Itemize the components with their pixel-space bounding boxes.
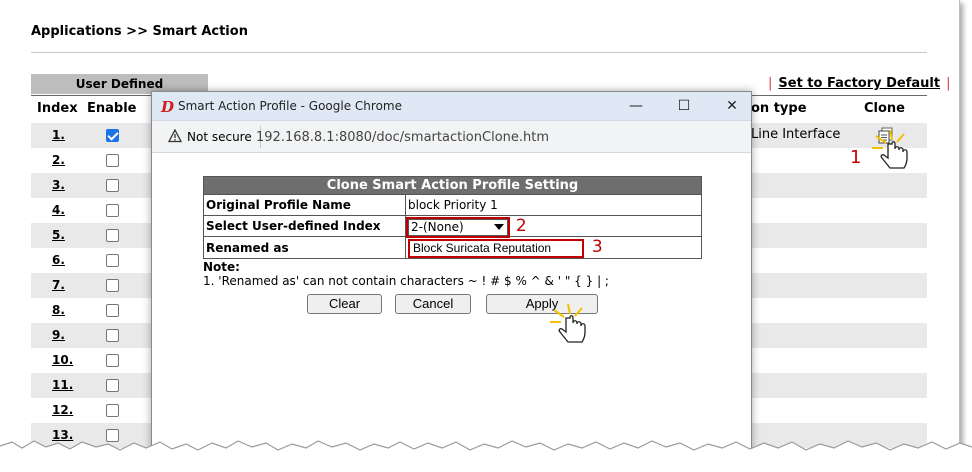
breadcrumb: Applications >> Smart Action	[31, 24, 248, 39]
index-link[interactable]: 3.	[52, 178, 65, 192]
index-link[interactable]: 2.	[52, 153, 65, 167]
header-index: Index	[37, 101, 78, 116]
index-link[interactable]: 4.	[52, 203, 65, 217]
index-link[interactable]: 11.	[52, 378, 73, 392]
enable-checkbox[interactable]	[106, 154, 119, 167]
header-clone: Clone	[864, 101, 905, 116]
address-bar: Not secure 192.168.8.1:8080/doc/smartact…	[152, 121, 751, 153]
index-label: Select User-defined Index	[203, 215, 406, 237]
window-title: Smart Action Profile - Google Chrome	[178, 99, 402, 113]
clone-settings-table: Clone Smart Action Profile Setting Origi…	[203, 176, 702, 259]
url-field[interactable]: 192.168.8.1:8080/doc/smartactionClone.ht…	[256, 130, 549, 145]
enable-checkbox[interactable]	[106, 254, 119, 267]
note: Note: 1. 'Renamed as' can not contain ch…	[203, 260, 609, 288]
header-enable: Enable	[87, 101, 137, 116]
note-text: 1. 'Renamed as' can not contain characte…	[203, 274, 609, 288]
clear-button[interactable]: Clear	[307, 294, 382, 314]
enable-checkbox[interactable]	[106, 229, 119, 242]
enable-checkbox[interactable]	[106, 179, 119, 192]
index-select[interactable]: 2-(None)	[406, 217, 510, 238]
rename-cell: Block Suricata Reputation 3	[405, 236, 702, 259]
warning-icon	[168, 129, 182, 143]
link-separator: |	[768, 76, 773, 91]
table-title: Clone Smart Action Profile Setting	[203, 176, 702, 195]
action-type-cell: Line Interface	[751, 127, 841, 142]
not-secure-label: Not secure	[187, 130, 252, 144]
note-title: Note:	[203, 260, 240, 274]
index-cell: 2-(None) 2	[405, 215, 702, 238]
index-link[interactable]: 6.	[52, 253, 65, 267]
rename-label: Renamed as	[203, 236, 406, 259]
index-link[interactable]: 5.	[52, 228, 65, 242]
page: Applications >> Smart Action User Define…	[0, 0, 960, 463]
torn-edge	[0, 440, 972, 472]
index-link[interactable]: 7.	[52, 278, 65, 292]
enable-checkbox[interactable]	[106, 404, 119, 417]
callout-step-3: 3	[591, 237, 603, 257]
enable-checkbox[interactable]	[106, 379, 119, 392]
rename-input[interactable]: Block Suricata Reputation	[408, 239, 584, 258]
index-link[interactable]: 10.	[52, 353, 73, 367]
index-link[interactable]: 1.	[52, 128, 65, 142]
original-profile-label: Original Profile Name	[203, 194, 406, 216]
app-logo-icon: D	[161, 98, 175, 116]
window-titlebar: D Smart Action Profile - Google Chrome —…	[152, 92, 751, 121]
set-to-factory-default-link[interactable]: Set to Factory Default	[778, 76, 940, 91]
chevron-down-icon	[494, 224, 504, 230]
index-select-value: 2-(None)	[411, 220, 464, 234]
minimize-icon[interactable]: —	[622, 96, 650, 116]
header-action-type: on type	[751, 101, 807, 116]
link-separator: |	[946, 76, 951, 91]
hand-pointer-icon	[872, 129, 908, 169]
index-link[interactable]: 8.	[52, 303, 65, 317]
not-secure-badge[interactable]: Not secure	[160, 126, 261, 148]
divider	[31, 52, 927, 53]
enable-checkbox[interactable]	[106, 354, 119, 367]
callout-step-1: 1	[850, 147, 862, 168]
factory-default-link-area: | Set to Factory Default |	[762, 76, 957, 91]
hand-pointer-icon	[550, 303, 586, 343]
enable-checkbox[interactable]	[106, 279, 119, 292]
enable-checkbox[interactable]	[106, 304, 119, 317]
cancel-button[interactable]: Cancel	[395, 294, 471, 314]
callout-step-2: 2	[515, 216, 527, 236]
enable-checkbox[interactable]	[106, 329, 119, 342]
enable-checkbox[interactable]	[106, 204, 119, 217]
maximize-icon[interactable]: ☐	[670, 96, 698, 116]
popup-window: D Smart Action Profile - Google Chrome —…	[151, 91, 752, 463]
enable-checkbox[interactable]	[106, 129, 119, 142]
original-profile-value: block Priority 1	[405, 194, 702, 216]
index-link[interactable]: 9.	[52, 328, 65, 342]
index-link[interactable]: 12.	[52, 403, 73, 417]
close-icon[interactable]: ✕	[718, 96, 746, 116]
